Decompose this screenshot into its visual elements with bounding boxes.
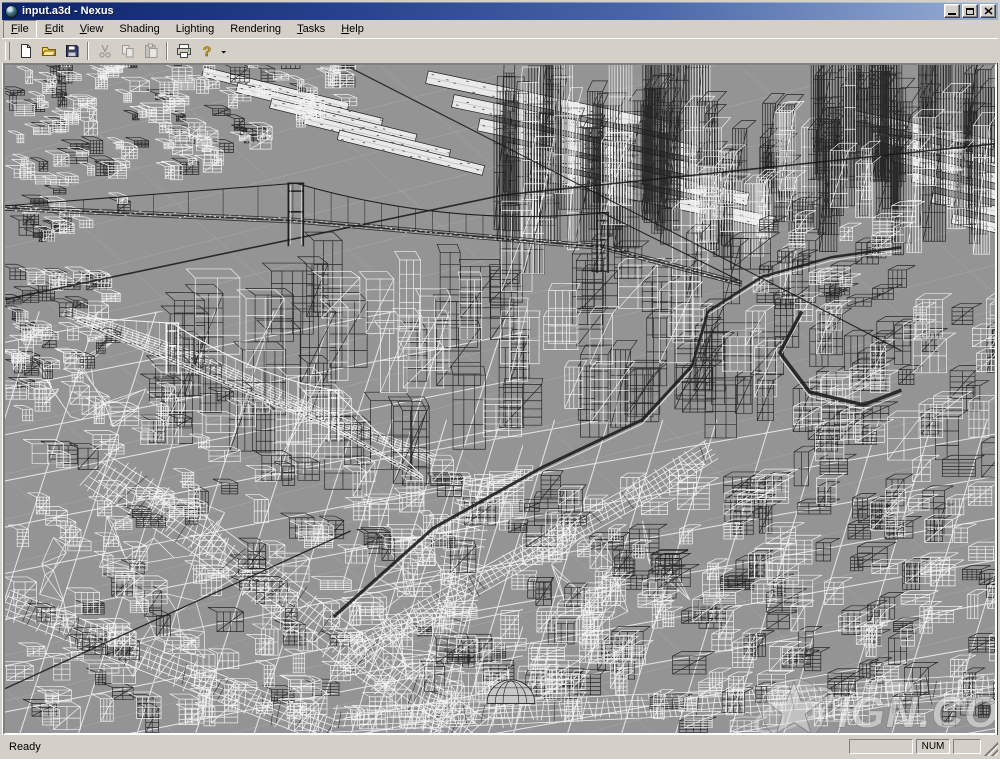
menu-item-lighting[interactable]: Lighting <box>168 20 223 39</box>
menu-item-edit[interactable]: Edit <box>37 20 72 39</box>
print-button[interactable] <box>172 40 195 62</box>
viewport[interactable]: IGN.COM <box>3 63 997 735</box>
minimize-button[interactable] <box>944 4 960 18</box>
maximize-icon <box>966 8 974 15</box>
app-icon <box>5 5 18 18</box>
toolbar-options-button[interactable] <box>218 40 231 62</box>
save-icon <box>64 43 80 59</box>
copy-icon <box>120 43 136 59</box>
title-bar[interactable]: input.a3d - Nexus <box>2 2 998 20</box>
open-button[interactable] <box>37 40 60 62</box>
menu-item-view[interactable]: View <box>72 20 112 39</box>
window-controls <box>942 4 996 18</box>
toolbar-gripper[interactable] <box>5 42 10 60</box>
maximize-button[interactable] <box>962 4 978 18</box>
paste-icon <box>143 43 159 59</box>
dropdown-arrow-icon <box>218 43 231 59</box>
resize-grip[interactable] <box>983 741 998 756</box>
wireframe-scene[interactable]: IGN.COM <box>5 65 995 733</box>
new-document-icon <box>18 43 34 59</box>
open-folder-icon <box>41 43 57 59</box>
svg-text:?: ? <box>202 43 211 59</box>
minimize-icon <box>948 13 956 15</box>
save-button[interactable] <box>60 40 83 62</box>
status-bar: Ready NUM <box>2 735 998 757</box>
menu-item-tasks[interactable]: Tasks <box>289 20 333 39</box>
menu-item-file[interactable]: File <box>3 20 37 39</box>
about-button[interactable]: ? <box>195 40 218 62</box>
application-window: input.a3d - Nexus FileEditViewShadingLig… <box>0 0 1000 759</box>
help-question-icon: ? <box>199 43 215 59</box>
paste-button <box>139 40 162 62</box>
status-message: Ready <box>2 741 846 753</box>
copy-button <box>116 40 139 62</box>
close-button[interactable] <box>980 4 996 18</box>
status-panes: NUM <box>846 739 981 754</box>
window-title: input.a3d - Nexus <box>22 5 942 17</box>
toolbar: ? <box>2 38 998 63</box>
menu-item-rendering[interactable]: Rendering <box>222 20 289 39</box>
print-icon <box>176 43 192 59</box>
toolbar-separator <box>87 42 89 60</box>
toolbar-separator <box>166 42 168 60</box>
caps-lock-pane <box>849 739 913 754</box>
cut-button <box>93 40 116 62</box>
close-icon <box>984 7 993 15</box>
menu-bar: FileEditViewShadingLightingRenderingTask… <box>2 20 998 38</box>
cut-scissors-icon <box>97 43 113 59</box>
new-button[interactable] <box>14 40 37 62</box>
menu-item-help[interactable]: Help <box>333 20 372 39</box>
menu-item-shading[interactable]: Shading <box>111 20 167 39</box>
num-lock-pane: NUM <box>916 739 950 754</box>
watermark-text: IGN.COM <box>838 689 995 733</box>
scroll-lock-pane <box>953 739 981 754</box>
